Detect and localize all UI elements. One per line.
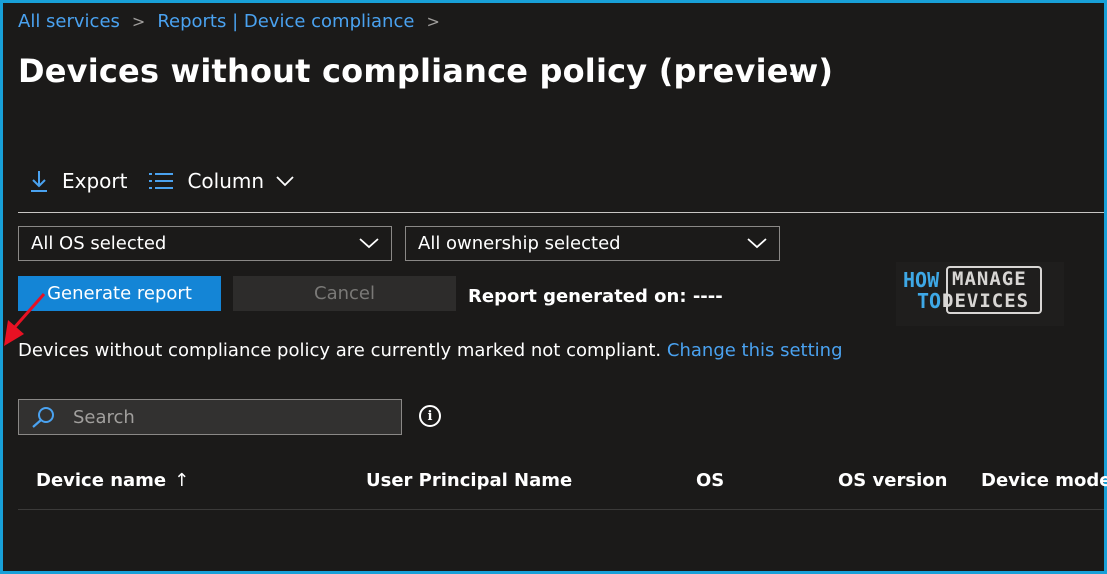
ownership-filter-value: All ownership selected <box>418 233 621 254</box>
cancel-button[interactable]: Cancel <box>233 276 456 311</box>
column-user-principal-name[interactable]: User Principal Name <box>366 470 572 491</box>
search-input[interactable] <box>73 406 373 428</box>
more-options-button[interactable]: ... <box>780 56 804 81</box>
breadcrumb-device-compliance[interactable]: Reports | Device compliance <box>157 11 414 32</box>
toolbar: Export Column <box>30 166 294 196</box>
logo-to: TO <box>917 289 942 313</box>
table-header: Device name ↑ User Principal Name OS OS v… <box>18 462 1107 510</box>
breadcrumb-separator: > <box>131 11 146 31</box>
compliance-notice: Devices without compliance policy are cu… <box>18 340 843 361</box>
search-box[interactable] <box>18 399 402 435</box>
chevron-down-icon <box>747 233 767 254</box>
change-setting-link[interactable]: Change this setting <box>667 340 843 361</box>
report-generated-status: Report generated on: ---- <box>468 286 723 307</box>
chevron-down-icon <box>359 233 379 254</box>
chevron-down-icon <box>276 175 294 187</box>
page-title: Devices without compliance policy (previ… <box>18 52 834 90</box>
column-os[interactable]: OS <box>696 470 724 491</box>
ownership-filter-dropdown[interactable]: All ownership selected <box>405 226 780 261</box>
column-device-model[interactable]: Device model <box>981 470 1107 491</box>
search-icon <box>31 406 55 428</box>
os-filter-dropdown[interactable]: All OS selected <box>18 226 392 261</box>
howtomanagedevices-logo: HOW TO MANAGE DEVICES <box>896 262 1064 326</box>
logo-devices: DEVICES <box>942 290 1030 312</box>
column-button[interactable]: Column <box>149 169 294 193</box>
export-button[interactable]: Export <box>30 169 127 193</box>
list-icon <box>149 172 174 190</box>
os-filter-value: All OS selected <box>31 233 167 254</box>
logo-manage: MANAGE <box>952 268 1027 290</box>
breadcrumb: All services > Reports | Device complian… <box>18 9 452 33</box>
column-label: Column <box>187 169 265 193</box>
info-icon[interactable]: i <box>419 405 441 427</box>
export-label: Export <box>62 169 128 193</box>
breadcrumb-separator: > <box>426 11 440 31</box>
notice-text: Devices without compliance policy are cu… <box>18 340 662 361</box>
download-icon <box>30 170 48 192</box>
column-device-name-label: Device name <box>36 470 167 491</box>
sort-ascending-icon: ↑ <box>174 470 190 491</box>
breadcrumb-all-services[interactable]: All services <box>18 11 120 32</box>
logo-how: HOW <box>903 268 940 292</box>
column-device-name[interactable]: Device name ↑ <box>36 470 189 491</box>
toolbar-divider <box>18 212 1104 213</box>
column-os-version[interactable]: OS version <box>838 470 947 491</box>
